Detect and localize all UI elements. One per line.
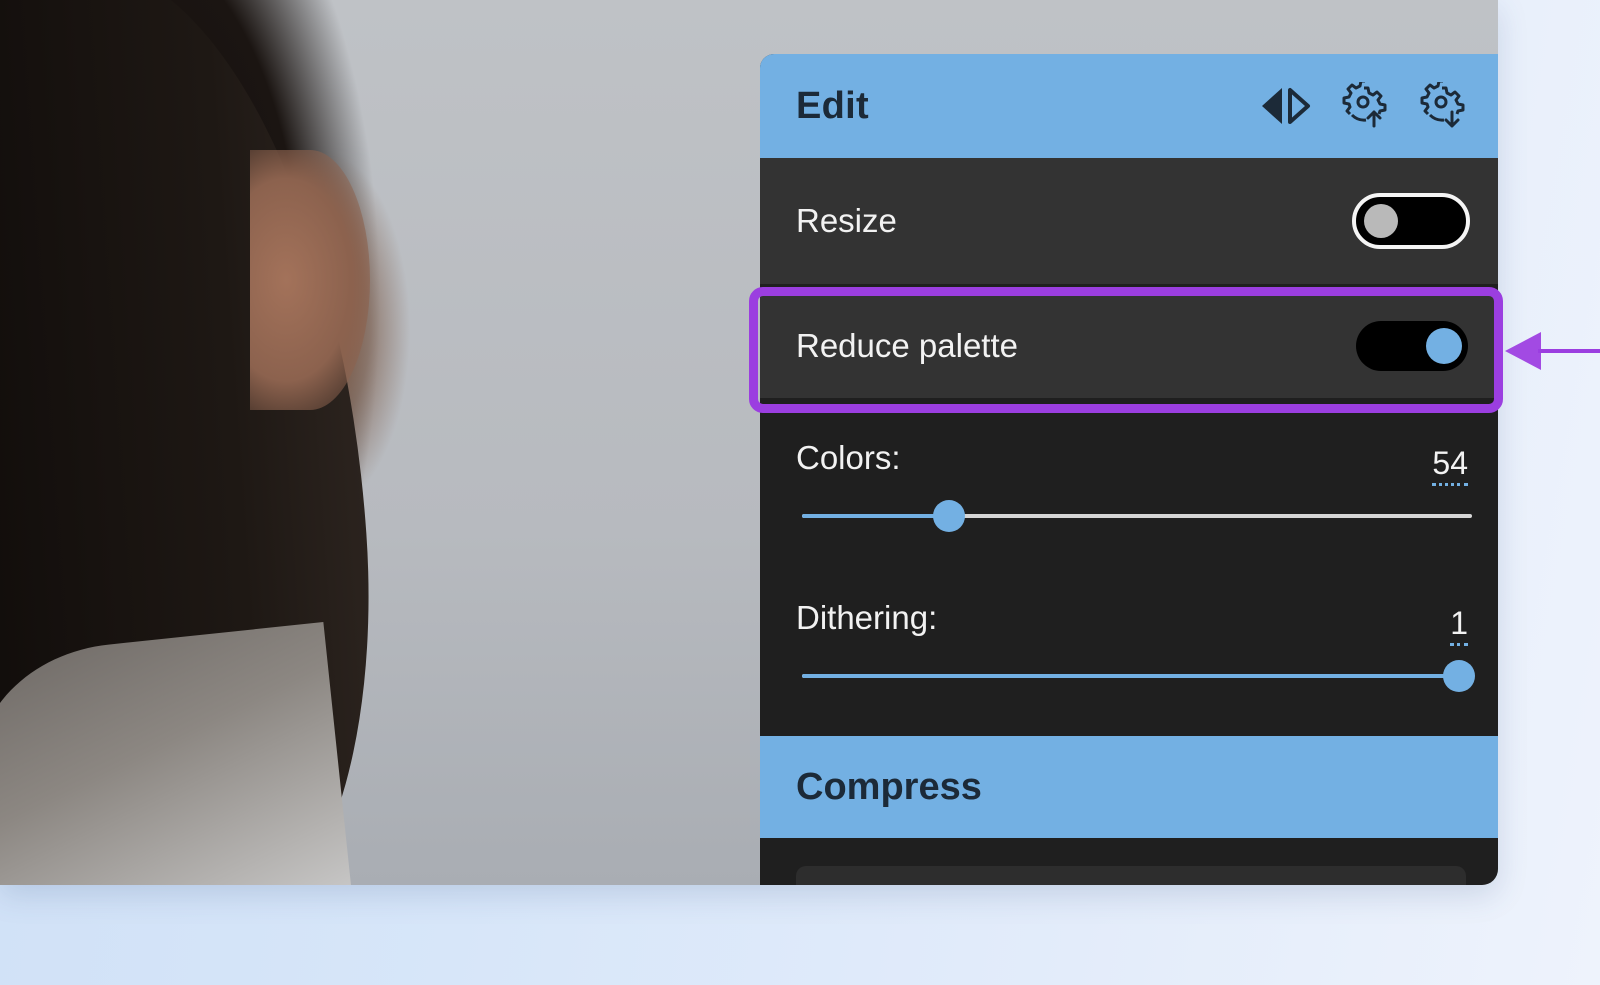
edit-panel: Edit Resize Reduce palette Colors: 54 Di… — [760, 54, 1498, 885]
compress-title: Compress — [796, 765, 982, 808]
compress-header[interactable]: Compress — [760, 736, 1498, 838]
edit-panel-header: Edit — [760, 54, 1498, 158]
colors-label: Colors: — [796, 439, 901, 476]
reduce-palette-row: Reduce palette — [760, 294, 1498, 398]
settings-upload-icon — [1342, 82, 1387, 128]
compare-button[interactable] — [1260, 80, 1312, 132]
dithering-label: Dithering: — [796, 599, 938, 636]
dithering-slider-thumb[interactable] — [1442, 660, 1475, 692]
compress-method-select[interactable] — [796, 866, 1466, 885]
reduce-palette-label: Reduce palette — [796, 327, 1018, 364]
screenshot-card: Edit Resize Reduce palette Colors: 54 Di… — [0, 0, 1498, 885]
pointer-arrow-head — [1505, 332, 1541, 370]
edit-panel-title: Edit — [796, 84, 869, 127]
dithering-slider[interactable] — [802, 660, 1475, 692]
colors-slider[interactable] — [802, 500, 1472, 532]
settings-download-icon — [1420, 82, 1465, 128]
resize-toggle-knob — [1364, 204, 1398, 238]
header-icon-group — [1260, 80, 1468, 132]
image-collar-region — [0, 622, 355, 885]
colors-slider-fill — [802, 514, 950, 518]
colors-slider-thumb[interactable] — [933, 500, 966, 532]
resize-row: Resize — [760, 158, 1498, 284]
resize-toggle[interactable] — [1352, 193, 1470, 249]
resize-label: Resize — [796, 202, 897, 239]
reduce-palette-toggle[interactable] — [1356, 321, 1468, 371]
dithering-value-input[interactable]: 1 — [1450, 605, 1468, 646]
settings-download-button[interactable] — [1416, 80, 1468, 132]
colors-value-input[interactable]: 54 — [1432, 445, 1468, 486]
reduce-palette-toggle-knob — [1426, 328, 1462, 364]
settings-upload-button[interactable] — [1338, 80, 1390, 132]
image-face-region — [250, 150, 370, 410]
compare-icon — [1262, 88, 1310, 124]
pointer-arrow-line — [1538, 349, 1600, 353]
dithering-slider-fill — [802, 674, 1459, 678]
